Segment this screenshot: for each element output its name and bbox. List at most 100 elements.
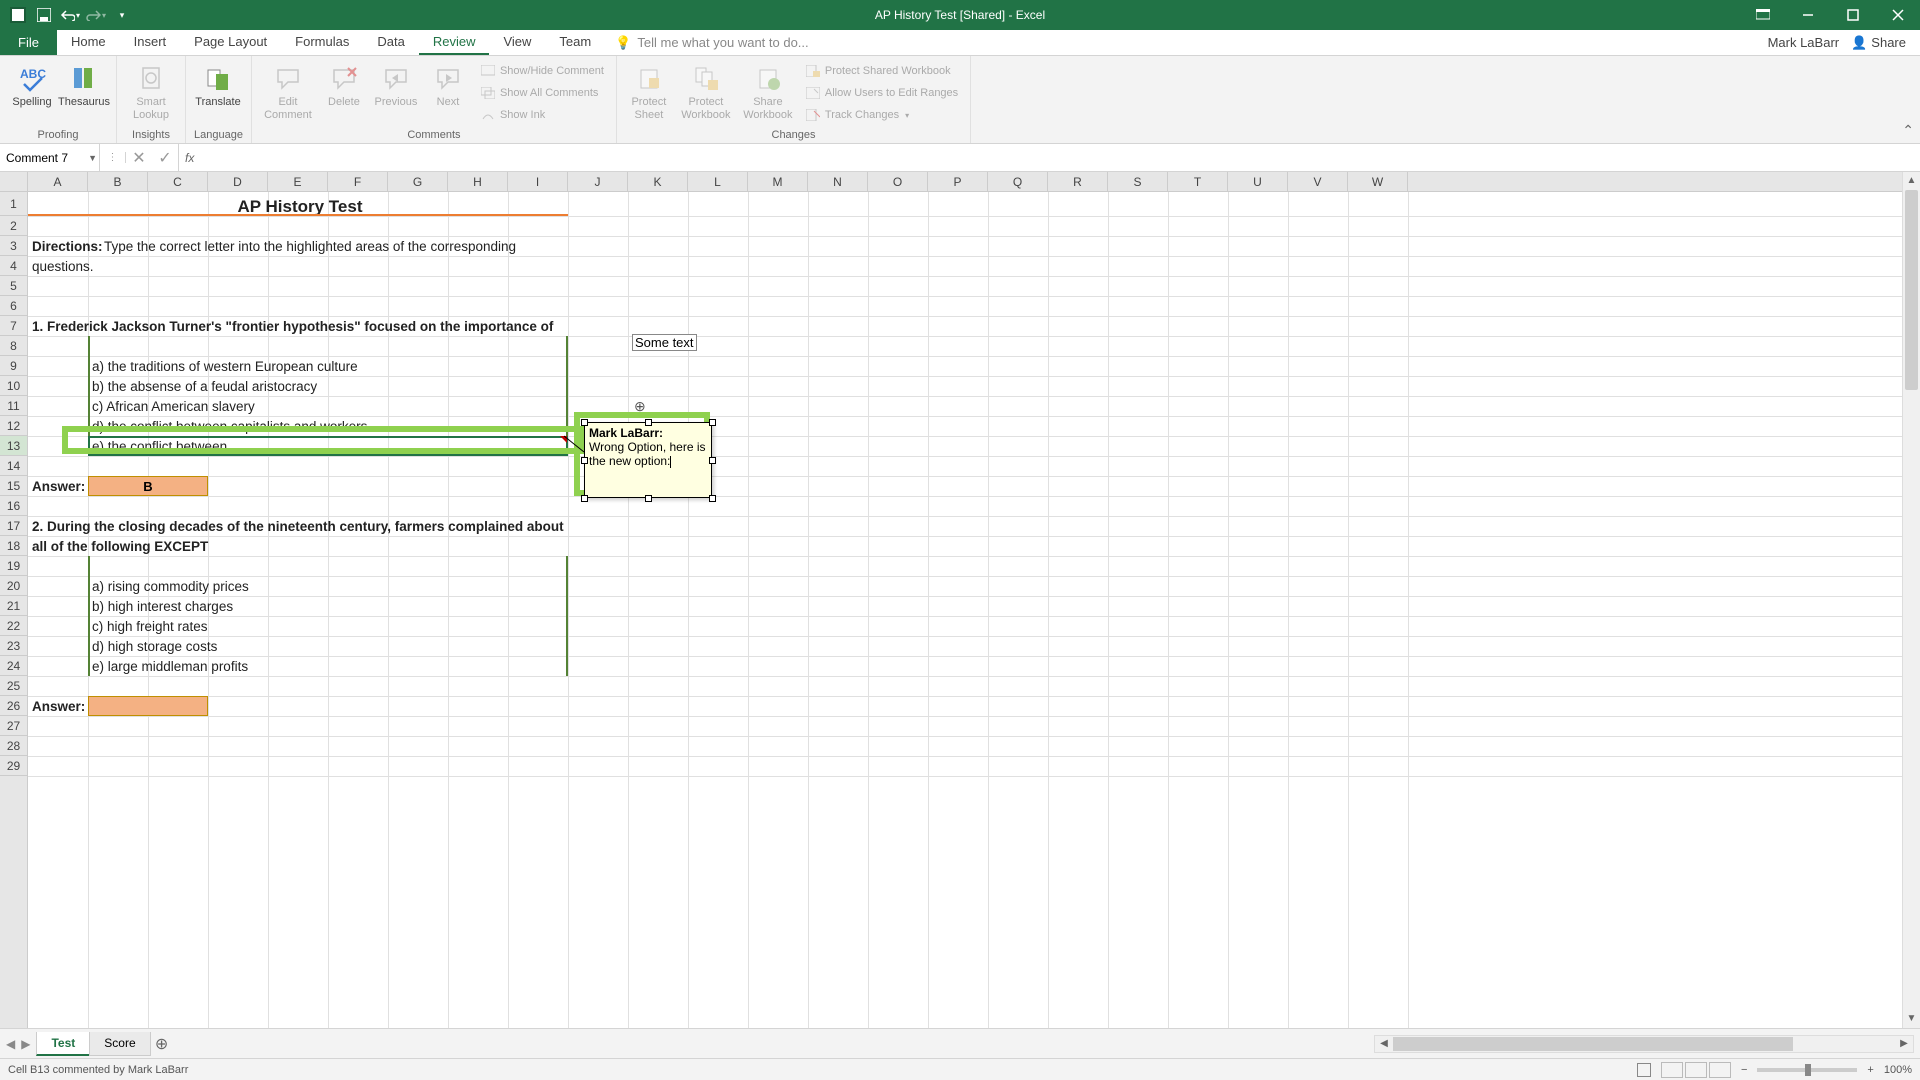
hscroll-thumb[interactable] [1393,1037,1793,1051]
column-header-Q[interactable]: Q [988,172,1048,191]
answer-1-cell[interactable]: B [88,476,208,496]
protect-workbook-button[interactable]: Protect Workbook [677,60,735,122]
row-header-21[interactable]: 21 [0,596,27,616]
close-icon[interactable] [1875,0,1920,30]
row-header-8[interactable]: 8 [0,336,27,356]
page-break-view-icon[interactable] [1709,1062,1731,1078]
scroll-down-icon[interactable]: ▼ [1903,1010,1920,1028]
row-header-10[interactable]: 10 [0,376,27,396]
namebox-dropdown-icon[interactable]: ▼ [88,153,97,163]
row-header-13[interactable]: 13 [0,436,27,456]
vertical-scrollbar[interactable]: ▲ ▼ [1902,172,1920,1028]
row-header-27[interactable]: 27 [0,716,27,736]
column-header-L[interactable]: L [688,172,748,191]
column-header-M[interactable]: M [748,172,808,191]
thesaurus-button[interactable]: Thesaurus [60,60,108,109]
formula-input[interactable]: fx [179,144,1920,171]
column-header-B[interactable]: B [88,172,148,191]
minimize-icon[interactable] [1785,0,1830,30]
column-header-P[interactable]: P [928,172,988,191]
row-header-26[interactable]: 26 [0,696,27,716]
add-sheet-icon[interactable]: ⊕ [150,1032,174,1056]
show-hide-comment-button[interactable]: Show/Hide Comment [476,60,608,82]
tab-view[interactable]: View [489,30,545,55]
row-header-3[interactable]: 3 [0,236,27,256]
column-header-A[interactable]: A [28,172,88,191]
sheet-nav-prev-icon[interactable]: ◀ [6,1037,15,1051]
column-header-N[interactable]: N [808,172,868,191]
row-header-7[interactable]: 7 [0,316,27,336]
show-all-comments-button[interactable]: Show All Comments [476,82,608,104]
smart-lookup-button[interactable]: Smart Lookup [125,60,177,122]
row-header-9[interactable]: 9 [0,356,27,376]
horizontal-scrollbar[interactable]: ◀ ▶ [1374,1035,1914,1053]
column-header-R[interactable]: R [1048,172,1108,191]
vscroll-thumb[interactable] [1905,190,1918,390]
zoom-slider[interactable] [1757,1068,1857,1072]
share-workbook-button[interactable]: Share Workbook [739,60,797,122]
next-comment-button[interactable]: Next [424,60,472,109]
column-header-V[interactable]: V [1288,172,1348,191]
scroll-up-icon[interactable]: ▲ [1903,172,1920,190]
column-header-T[interactable]: T [1168,172,1228,191]
row-header-25[interactable]: 25 [0,676,27,696]
resize-handle[interactable] [581,419,588,426]
column-header-O[interactable]: O [868,172,928,191]
protect-sheet-button[interactable]: Protect Sheet [625,60,673,122]
undo-icon[interactable]: ▾ [60,5,80,25]
zoom-knob[interactable] [1805,1064,1811,1076]
row-header-16[interactable]: 16 [0,496,27,516]
column-header-C[interactable]: C [148,172,208,191]
row-header-29[interactable]: 29 [0,756,27,776]
row-header-18[interactable]: 18 [0,536,27,556]
resize-handle[interactable] [709,457,716,464]
resize-handle[interactable] [709,495,716,502]
save-icon[interactable] [34,5,54,25]
row-header-15[interactable]: 15 [0,476,27,496]
spreadsheet-grid[interactable]: ABCDEFGHIJKLMNOPQRSTUVW 1234567891011121… [0,172,1920,1028]
macro-record-icon[interactable] [1637,1063,1651,1077]
row-header-28[interactable]: 28 [0,736,27,756]
column-header-S[interactable]: S [1108,172,1168,191]
row-headers[interactable]: 1234567891011121314151617181920212223242… [0,192,28,1028]
expand-namebox-icon[interactable]: ⋮ [100,152,126,163]
tab-data[interactable]: Data [363,30,418,55]
show-ink-button[interactable]: Show Ink [476,104,608,126]
column-header-J[interactable]: J [568,172,628,191]
column-header-U[interactable]: U [1228,172,1288,191]
row-header-24[interactable]: 24 [0,656,27,676]
resize-handle[interactable] [581,495,588,502]
resize-handle[interactable] [709,419,716,426]
translate-button[interactable]: Translate [194,60,242,109]
floating-textbox[interactable]: Some text [632,334,697,351]
tab-page-layout[interactable]: Page Layout [180,30,281,55]
qat-customize-icon[interactable]: ▾ [112,5,132,25]
column-header-I[interactable]: I [508,172,568,191]
column-header-F[interactable]: F [328,172,388,191]
sheet-tab-test[interactable]: Test [36,1032,90,1056]
column-header-G[interactable]: G [388,172,448,191]
tab-review[interactable]: Review [419,30,490,55]
normal-view-icon[interactable] [1661,1062,1683,1078]
row-header-2[interactable]: 2 [0,216,27,236]
column-headers[interactable]: ABCDEFGHIJKLMNOPQRSTUVW [28,172,1902,192]
scroll-right-icon[interactable]: ▶ [1895,1038,1913,1049]
row-header-5[interactable]: 5 [0,276,27,296]
row-header-19[interactable]: 19 [0,556,27,576]
zoom-level[interactable]: 100% [1884,1064,1912,1076]
answer-2-cell[interactable] [88,696,208,716]
tab-home[interactable]: Home [57,30,120,55]
protect-shared-button[interactable]: Protect Shared Workbook [801,60,962,82]
column-header-K[interactable]: K [628,172,688,191]
tab-formulas[interactable]: Formulas [281,30,363,55]
comment-box[interactable]: Mark LaBarr:Wrong Option, here is the ne… [584,422,712,498]
zoom-out-icon[interactable]: − [1741,1064,1747,1076]
scroll-left-icon[interactable]: ◀ [1375,1038,1393,1049]
column-header-W[interactable]: W [1348,172,1408,191]
sheet-nav-next-icon[interactable]: ▶ [21,1037,30,1051]
enter-formula-icon[interactable]: ✓ [152,148,178,168]
tab-team[interactable]: Team [545,30,605,55]
select-all-corner[interactable] [0,172,28,192]
share-button[interactable]: 👤 Share [1851,35,1906,51]
tell-me-search[interactable]: 💡 Tell me what you want to do... [615,30,808,55]
